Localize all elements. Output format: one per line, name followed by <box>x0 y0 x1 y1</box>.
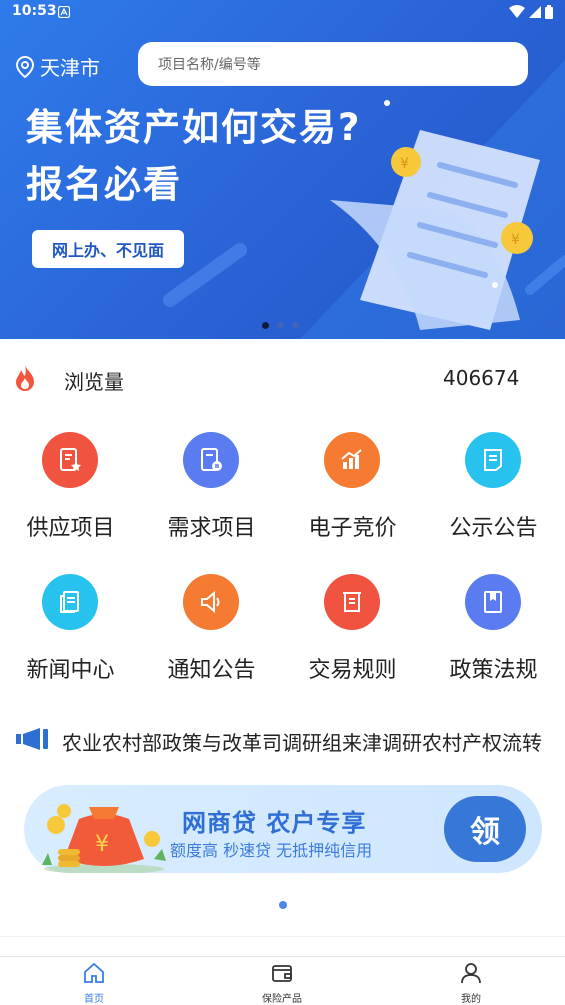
notification-a-icon <box>58 6 70 18</box>
menu-label: 政策法规 <box>449 658 538 683</box>
wallet-icon <box>272 965 292 982</box>
claim-button[interactable]: 领 <box>444 796 526 862</box>
banner-pagination <box>262 322 299 329</box>
banner-dot[interactable] <box>277 322 284 329</box>
banner-headline-line2: 报名必看 <box>26 163 182 206</box>
banner-dot[interactable] <box>262 322 269 329</box>
bar-chart-icon <box>324 432 380 488</box>
search-input[interactable]: 项目名称/编号等 <box>138 42 528 86</box>
tab-insurance[interactable]: 保险产品 <box>222 961 342 1005</box>
svg-text:¥: ¥ <box>95 832 109 857</box>
tab-home[interactable]: 首页 <box>34 961 154 1005</box>
promo-title: 网商贷 农户专享 <box>182 809 367 837</box>
user-icon <box>461 963 481 984</box>
menu-item-news[interactable]: 新闻中心 <box>0 572 141 692</box>
status-time: 10:53 <box>12 3 57 19</box>
book-bookmark-icon <box>465 574 521 630</box>
speaker-icon <box>183 574 239 630</box>
menu-item-policy[interactable]: 政策法规 <box>423 572 564 692</box>
location-pin-icon <box>15 55 35 78</box>
views-count: 406674 <box>443 366 520 390</box>
fire-icon <box>16 365 34 391</box>
banner-headline-line1: 集体资产如何交易? <box>26 106 362 149</box>
scroll-icon <box>324 574 380 630</box>
menu-item-supply[interactable]: 供应项目 <box>0 430 141 550</box>
menu-item-announcement[interactable]: 公示公告 <box>423 430 564 550</box>
newspaper-icon <box>42 574 98 630</box>
promo-subtitle: 额度高 秒速贷 无抵押纯信用 <box>170 841 373 860</box>
menu-label: 公示公告 <box>449 516 538 541</box>
svg-text:¥: ¥ <box>511 232 520 248</box>
menu-item-rules[interactable]: 交易规则 <box>282 572 423 692</box>
menu-label: 新闻中心 <box>26 658 115 683</box>
location-selector[interactable]: 天津市 <box>14 52 100 81</box>
document-exchange-icon <box>183 432 239 488</box>
menu-item-notice[interactable]: 通知公告 <box>141 572 282 692</box>
wifi-icon <box>509 5 525 18</box>
menu-item-bidding[interactable]: 电子竞价 <box>282 430 423 550</box>
menu-label: 交易规则 <box>308 658 397 683</box>
news-ticker[interactable]: 农业农村部政策与改革司调研组来津调研农村产权流转 <box>0 722 565 758</box>
ticker-text: 农业农村部政策与改革司调研组来津调研农村产权流转 <box>62 731 542 755</box>
tab-label: 我的 <box>461 994 481 1005</box>
signal-icon <box>529 6 541 18</box>
home-icon <box>84 962 104 983</box>
money-bag-icon: ¥ <box>42 804 166 873</box>
menu-label: 通知公告 <box>167 658 256 683</box>
views-label: 浏览量 <box>64 370 124 394</box>
city-label: 天津市 <box>40 56 100 80</box>
banner-button[interactable]: 网上办、不见面 <box>32 230 184 268</box>
menu-label: 供应项目 <box>26 516 115 541</box>
svg-text:¥: ¥ <box>400 156 409 172</box>
promo-pagination-dot <box>279 901 287 909</box>
battery-icon <box>545 5 553 19</box>
status-bar: 10:53 <box>0 0 565 26</box>
menu-item-demand[interactable]: 需求项目 <box>141 430 282 550</box>
loan-promo-banner[interactable]: ¥ 网商贷 农户专享 额度高 秒速贷 无抵押纯信用 领 <box>24 785 542 873</box>
menu-label: 电子竞价 <box>308 516 397 541</box>
banner-dot[interactable] <box>292 322 299 329</box>
notice-board-icon <box>465 432 521 488</box>
document-star-icon <box>42 432 98 488</box>
views-stat: 浏览量 406674 <box>0 360 565 400</box>
tab-label: 保险产品 <box>262 994 302 1005</box>
section-divider <box>0 936 565 937</box>
megaphone-icon <box>16 728 48 750</box>
promo-banner[interactable]: ¥ ¥ 天津市 项目名称/编号等 集体资产如何交易? 报名必看 网上办、不见面 <box>0 0 565 339</box>
tab-label: 首页 <box>84 994 104 1005</box>
tab-profile[interactable]: 我的 <box>411 961 531 1005</box>
menu-label: 需求项目 <box>167 516 256 541</box>
search-placeholder: 项目名称/编号等 <box>158 57 261 73</box>
bottom-tab-bar: 首页 保险产品 我的 <box>0 956 565 1005</box>
